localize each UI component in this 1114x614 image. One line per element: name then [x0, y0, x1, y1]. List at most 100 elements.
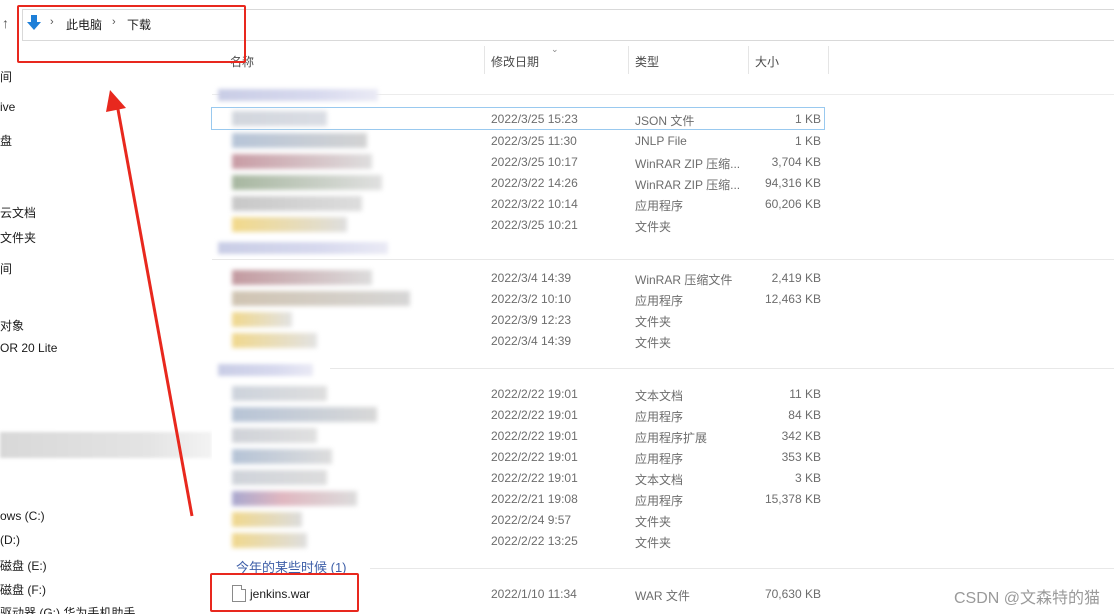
- file-row[interactable]: 2022/2/24 9:57 文件夹: [212, 509, 1114, 530]
- nav-item-drive-c[interactable]: ows (C:): [0, 509, 45, 523]
- file-row[interactable]: 2022/3/9 12:23 文件夹: [212, 309, 1114, 330]
- nav-item[interactable]: 文件夹: [0, 229, 36, 246]
- file-size: 15,378 KB: [764, 492, 821, 506]
- file-size: 1 KB: [794, 134, 821, 148]
- file-row[interactable]: 2022/3/22 10:14 应用程序 60,206 KB: [212, 193, 1114, 214]
- column-header-size[interactable]: 大小: [755, 53, 779, 70]
- file-row[interactable]: 2022/3/2 10:10 应用程序 12,463 KB: [212, 288, 1114, 309]
- file-type: 应用程序扩展: [635, 431, 708, 445]
- file-type: 应用程序: [635, 199, 684, 213]
- group-divider: [370, 568, 1114, 569]
- file-row[interactable]: 2022/2/22 19:01 文本文档 3 KB: [212, 467, 1114, 488]
- modified-date: 2022/3/22 10:14: [491, 197, 578, 211]
- file-row[interactable]: 2022/2/22 13:25 文件夹: [212, 530, 1114, 551]
- watermark: CSDN @文森特的猫: [953, 590, 1100, 607]
- nav-item[interactable]: 对象: [0, 317, 24, 334]
- group-divider: [330, 368, 1114, 369]
- modified-date: 2022/3/4 14:39: [491, 271, 572, 285]
- file-type: 应用程序: [635, 494, 684, 508]
- modified-date: 2022/3/9 12:23: [491, 313, 572, 327]
- modified-date: 2022/3/25 15:23: [491, 112, 578, 126]
- file-type: JNLP File: [635, 134, 687, 148]
- file-type: WinRAR ZIP 压缩...: [635, 157, 741, 171]
- modified-date: 2022/2/22 13:25: [491, 534, 578, 548]
- modified-date: 2022/3/22 14:26: [491, 176, 578, 190]
- nav-item[interactable]: OR 20 Lite: [0, 341, 57, 355]
- file-type: 文件夹: [635, 315, 672, 329]
- nav-item[interactable]: 盘: [0, 132, 12, 149]
- file-size: 94,316 KB: [764, 176, 821, 190]
- file-row[interactable]: 2022/3/25 10:17 WinRAR ZIP 压缩... 3,704 K…: [212, 151, 1114, 172]
- column-header-type[interactable]: 类型: [635, 53, 659, 70]
- nav-item-drive-e[interactable]: 磁盘 (E:): [0, 557, 47, 574]
- file-row[interactable]: 2022/3/25 15:23 JSON 文件 1 KB: [211, 107, 825, 130]
- modified-date: 2022/2/22 19:01: [491, 408, 578, 422]
- column-divider[interactable]: [628, 46, 629, 74]
- file-type: 文件夹: [635, 336, 672, 350]
- group-header-blurred[interactable]: [212, 360, 1114, 380]
- group-header-blurred[interactable]: [212, 238, 1114, 258]
- column-divider[interactable]: [828, 46, 829, 74]
- file-size: 60,206 KB: [764, 197, 821, 211]
- nav-item[interactable]: 云文档: [0, 204, 36, 221]
- file-type: 应用程序: [635, 452, 684, 466]
- modified-date: 2022/2/22 19:01: [491, 387, 578, 401]
- modified-date: 2022/2/22 19:01: [491, 471, 578, 485]
- file-row[interactable]: 2022/3/25 10:21 文件夹: [212, 214, 1114, 235]
- nav-item[interactable]: 间: [0, 260, 12, 277]
- file-size: 3,704 KB: [771, 155, 821, 169]
- nav-item[interactable]: 间: [0, 68, 12, 85]
- file-type: WinRAR ZIP 压缩...: [635, 178, 741, 192]
- nav-item[interactable]: ive: [0, 100, 15, 114]
- nav-item-drive-g[interactable]: 驱动器 (G:) 华为手机助手: [0, 604, 135, 614]
- file-row[interactable]: 2022/2/22 19:01 应用程序扩展 342 KB: [212, 425, 1114, 446]
- file-row[interactable]: 2022/2/22 19:01 应用程序 353 KB: [212, 446, 1114, 467]
- file-row[interactable]: 2022/2/22 19:01 应用程序 84 KB: [212, 404, 1114, 425]
- file-type: JSON 文件: [635, 114, 695, 128]
- modified-date: 2022/3/2 10:10: [491, 292, 572, 306]
- file-size: 84 KB: [788, 408, 821, 422]
- file-size: 353 KB: [781, 450, 821, 464]
- modified-date: 2022/3/4 14:39: [491, 334, 572, 348]
- file-type: WinRAR 压缩文件: [635, 273, 733, 287]
- column-divider[interactable]: [484, 46, 485, 74]
- modified-date: 2022/3/25 10:21: [491, 218, 578, 232]
- file-row[interactable]: 2022/3/4 14:39 文件夹: [212, 330, 1114, 351]
- annotation-highlight-jenkins: [210, 573, 359, 612]
- nav-item-drive-f[interactable]: 磁盘 (F:): [0, 581, 46, 598]
- file-size: 11 KB: [789, 387, 821, 401]
- file-size: 342 KB: [781, 429, 821, 443]
- file-size: 3 KB: [794, 471, 821, 485]
- annotation-highlight-address: [17, 5, 246, 63]
- sort-indicator-icon: ⌄: [551, 44, 559, 54]
- modified-date: 2022/3/25 10:17: [491, 155, 578, 169]
- column-divider[interactable]: [748, 46, 749, 74]
- file-type: WAR 文件: [635, 589, 690, 603]
- file-type: 文件夹: [635, 220, 672, 234]
- file-type: 应用程序: [635, 294, 684, 308]
- file-row[interactable]: 2022/2/21 19:08 应用程序 15,378 KB: [212, 488, 1114, 509]
- modified-date: 2022/2/24 9:57: [491, 513, 572, 527]
- nav-item-drive-d[interactable]: (D:): [0, 533, 20, 547]
- file-type: 应用程序: [635, 410, 684, 424]
- group-divider: [212, 259, 1114, 260]
- group-header-blurred[interactable]: [212, 85, 1114, 105]
- up-arrow-icon[interactable]: ↑: [2, 15, 9, 31]
- file-type: 文本文档: [635, 473, 684, 487]
- file-size: 1 KB: [794, 112, 821, 126]
- file-type: 文本文档: [635, 389, 684, 403]
- file-size: 12,463 KB: [764, 292, 821, 306]
- navigation-pane: 间 ive 盘 云文档 文件夹 间 对象 OR 20 Lite ows (C:)…: [0, 42, 212, 614]
- nav-item-blurred[interactable]: [0, 432, 212, 458]
- file-row[interactable]: 2022/3/22 14:26 WinRAR ZIP 压缩... 94,316 …: [212, 172, 1114, 193]
- file-type: 文件夹: [635, 536, 672, 550]
- column-header-date[interactable]: 修改日期: [491, 53, 539, 70]
- file-row[interactable]: 2022/3/25 11:30 JNLP File 1 KB: [212, 130, 1114, 151]
- file-size: 2,419 KB: [771, 271, 821, 285]
- modified-date: 2022/2/22 19:01: [491, 429, 578, 443]
- modified-date: 2022/2/21 19:08: [491, 492, 578, 506]
- file-row[interactable]: 2022/3/4 14:39 WinRAR 压缩文件 2,419 KB: [212, 267, 1114, 288]
- file-row[interactable]: 2022/2/22 19:01 文本文档 11 KB: [212, 383, 1114, 404]
- modified-date: 2022/1/10 11:34: [491, 587, 577, 601]
- file-size: 70,630 KB: [764, 587, 821, 601]
